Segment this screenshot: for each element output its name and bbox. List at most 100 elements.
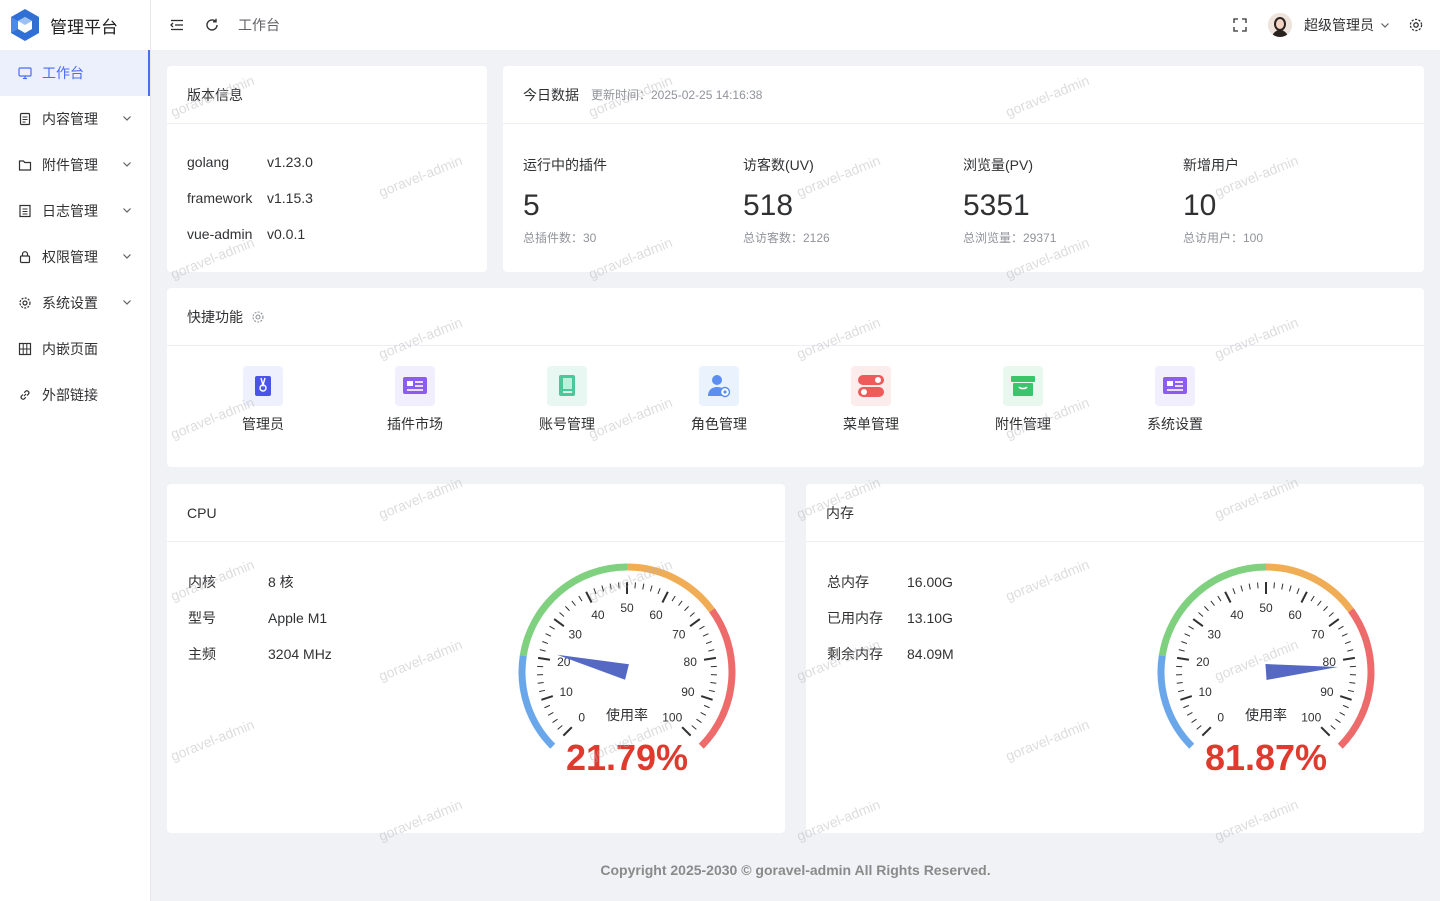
memory-card: 内存 总内存 16.00G 已用内存 13.10G 剩余内存 84.09M 0 10 20… [806, 484, 1424, 833]
gauge-tick [571, 600, 576, 606]
gauge-tick [1338, 625, 1344, 630]
gauge-tick [1342, 704, 1349, 709]
gauge-tick [634, 582, 636, 589]
gauge-tick [601, 585, 605, 592]
quick-item-admin[interactable]: 管理员 [213, 366, 313, 434]
quick-item-plugin-market[interactable]: 插件市场 [365, 366, 465, 434]
quick-settings-gear-icon[interactable] [251, 310, 265, 324]
menu-toggle-icon [851, 366, 891, 406]
sidebar-item-content[interactable]: 内容管理 [0, 96, 150, 142]
gauge-tick [593, 588, 597, 595]
gauge-tick [642, 583, 645, 590]
gauge-tick [1330, 725, 1336, 730]
gauge-tick [696, 718, 702, 724]
gauge-tick [1183, 704, 1190, 709]
folder-icon [18, 158, 32, 172]
gauge-tick [681, 726, 692, 737]
system-card-icon [1155, 366, 1195, 406]
sidebar-item-logs[interactable]: 日志管理 [0, 188, 150, 234]
breadcrumb[interactable]: 工作台 [238, 15, 280, 35]
quick-item-account[interactable]: 账号管理 [517, 366, 617, 434]
gauge-tick [578, 595, 583, 602]
chevron-down-icon [123, 254, 131, 259]
gauge-tick [678, 600, 683, 606]
gauge-tick-label: 50 [1259, 601, 1273, 615]
stat-pv: 浏览量(PV) 5351 总浏览量：29371 [963, 157, 1057, 245]
gauge-tick [1240, 585, 1244, 592]
gauge-tick [684, 606, 689, 612]
chevron-down-icon [123, 300, 131, 305]
sidebar-item-label: 工作台 [42, 65, 84, 81]
gauge-tick [708, 649, 715, 652]
gauge-tick [1281, 583, 1284, 590]
sidebar-item-attachments[interactable]: 附件管理 [0, 142, 150, 188]
sidebar-item-label: 日志管理 [42, 203, 98, 219]
version-row: vue-admin v0.0.1 [187, 226, 306, 242]
quick-item-label: 系统设置 [1147, 416, 1203, 432]
quick-item-system-settings[interactable]: 系统设置 [1125, 366, 1225, 434]
gauge-tick [689, 618, 701, 627]
quick-item-label: 菜单管理 [843, 416, 899, 432]
gauge-tick [547, 712, 554, 716]
gauge-tick-label: 40 [1230, 608, 1244, 622]
gauge-tick [700, 695, 713, 701]
refresh-icon[interactable] [204, 17, 220, 33]
gauge-tick-label: 70 [1311, 627, 1325, 641]
gauge-band [518, 655, 556, 749]
link-icon [18, 388, 32, 402]
sidebar-item-settings[interactable]: 系统设置 [0, 280, 150, 326]
sidebar-item-embedded[interactable]: 内嵌页面 [0, 326, 150, 372]
logo-cube-icon [11, 9, 39, 41]
fullscreen-icon[interactable] [1232, 17, 1248, 33]
gauge-tick [1347, 689, 1354, 693]
sidebar-item-external-link[interactable]: 外部链接 [0, 372, 150, 418]
user-name[interactable]: 超级管理员 [1304, 15, 1374, 35]
quick-item-roles[interactable]: 角色管理 [669, 366, 769, 434]
gauge-tick [1335, 718, 1341, 724]
version-row: framework v1.15.3 [187, 190, 313, 206]
cpu-card: CPU 内核 8 核 型号 Apple M1 主频 3204 MHz 0 10 20 30 4… [167, 484, 785, 833]
gauge-tick [1347, 649, 1354, 652]
gauge-tick [552, 718, 558, 724]
quick-functions-card: 快捷功能 管理员 插件市场 账号管理 角色管理 菜单管理 附件管理 系统设置 [167, 288, 1424, 467]
gauge-band [1157, 655, 1195, 749]
version-card: 版本信息 golang v1.23.0 framework v1.15.3 vue-… [167, 66, 487, 272]
gauge-tick [537, 656, 551, 661]
gauge-tick-label: 80 [684, 655, 698, 669]
gauge-label: 使用率 [606, 707, 648, 723]
gauge-tick [1296, 588, 1300, 595]
avatar[interactable] [1268, 13, 1292, 37]
top-header: 工作台 超级管理员 [151, 0, 1440, 50]
gauge-tick-label: 90 [681, 685, 695, 699]
gauge-tick [539, 689, 546, 693]
card-title: CPU [167, 484, 785, 542]
gauge-tick [537, 682, 544, 684]
quick-item-attachments[interactable]: 附件管理 [973, 366, 1073, 434]
memory-usage-gauge: 010203040 50 60708090100使用率 [1157, 563, 1375, 749]
quick-item-menus[interactable]: 菜单管理 [821, 366, 921, 434]
gauge-tick-label: 40 [591, 608, 605, 622]
logo[interactable]: 管理平台 [0, 0, 150, 50]
gauge-tick [689, 612, 695, 617]
gauge-tick [618, 582, 620, 589]
quick-item-label: 账号管理 [539, 416, 595, 432]
sidebar-item-permissions[interactable]: 权限管理 [0, 234, 150, 280]
gauge-tick [699, 625, 705, 630]
gauge-tick-label: 90 [1320, 685, 1334, 699]
chevron-down-icon[interactable] [1380, 20, 1390, 30]
sidebar-item-dashboard[interactable]: 工作台 [0, 50, 150, 96]
chevron-down-icon [123, 208, 131, 213]
collapse-menu-icon[interactable] [169, 17, 185, 33]
gauge-tick-label: 50 [620, 601, 634, 615]
gauge-tick [1323, 606, 1328, 612]
gauge-tick [1349, 682, 1356, 684]
quick-item-label: 附件管理 [995, 416, 1051, 432]
settings-gear-icon[interactable] [1408, 17, 1424, 33]
gauge-tick [565, 606, 570, 612]
gauge-tick [1210, 600, 1215, 606]
sidebar-menu: 工作台 内容管理 附件管理 日志管理 权限管理 系统设置 内嵌页面 外部链接 [0, 50, 150, 418]
update-time: 更新时间：2025-02-25 14:16:38 [591, 88, 763, 102]
gauge-tick [1320, 726, 1331, 737]
gauge-tick-label: 30 [1208, 627, 1222, 641]
memory-usage-percent: 81.87% [1204, 737, 1328, 778]
